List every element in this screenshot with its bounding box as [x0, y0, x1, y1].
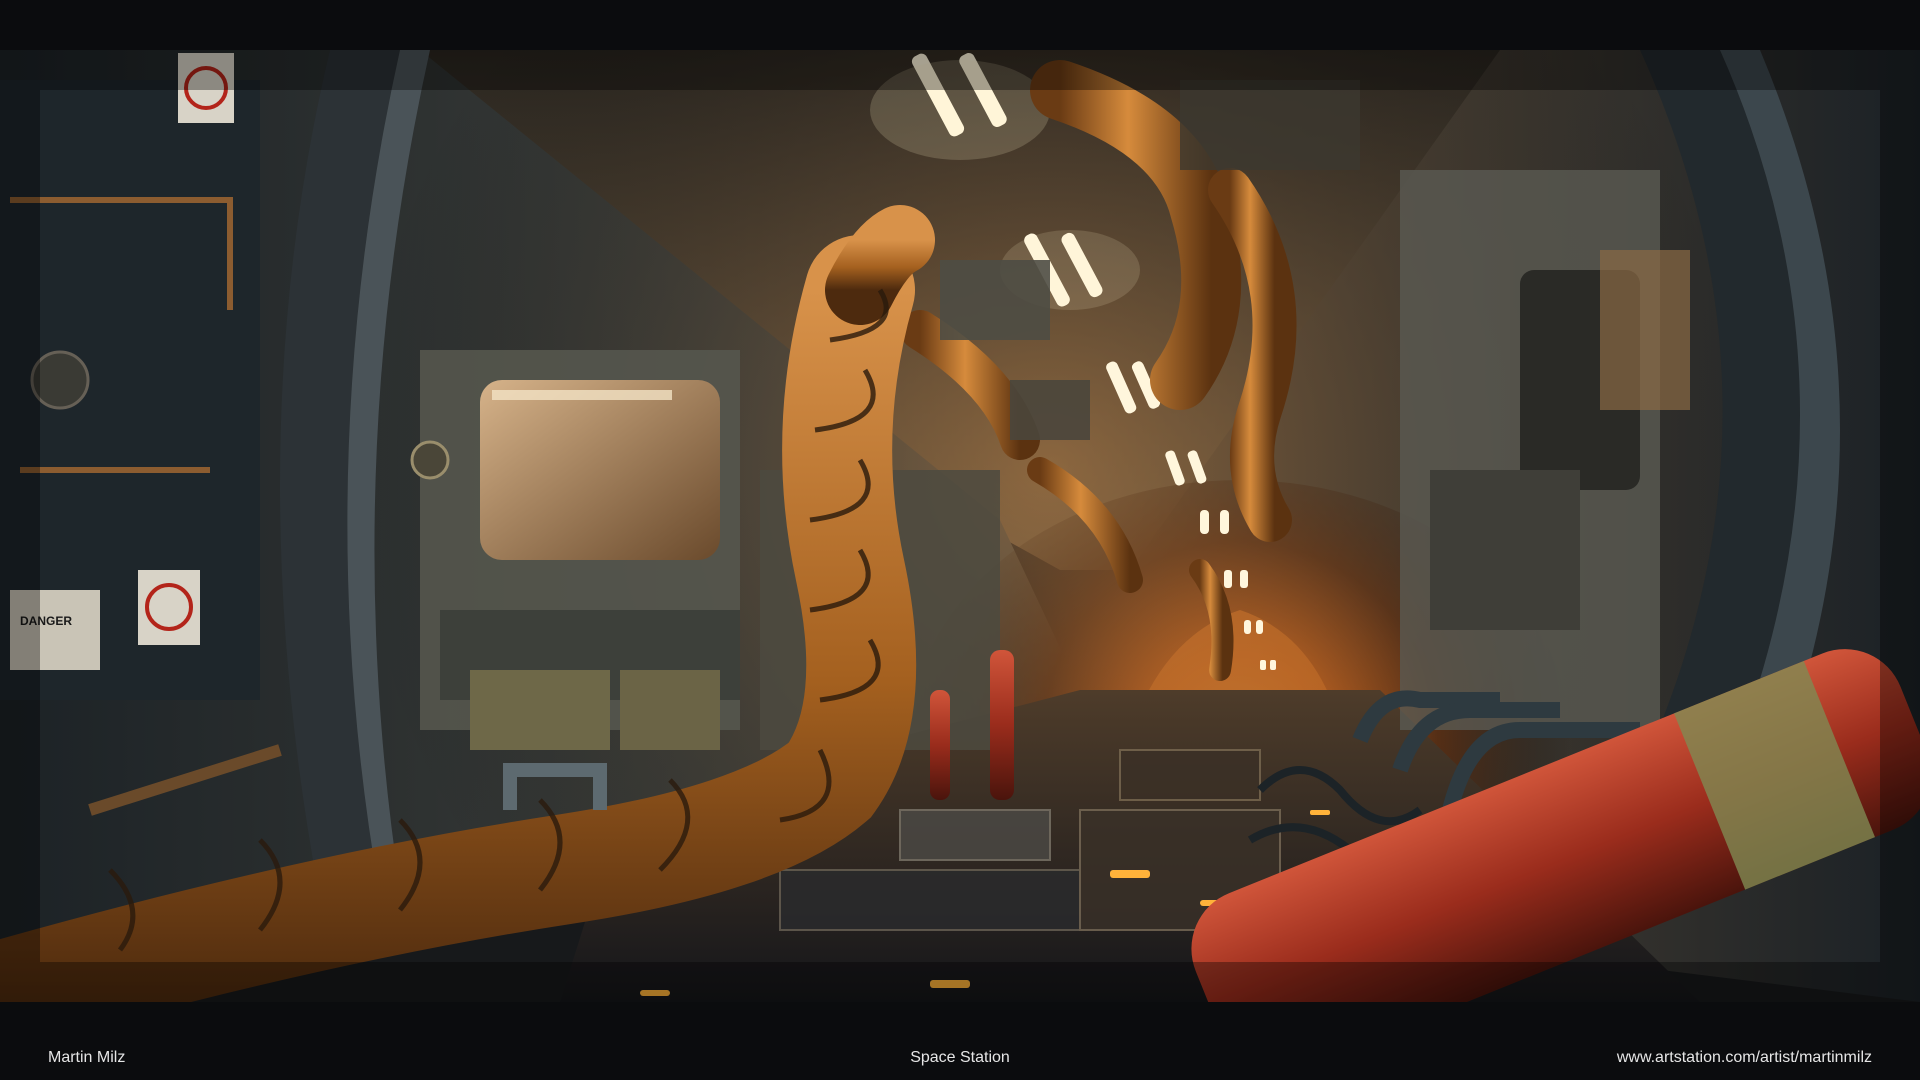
portfolio-url: www.artstation.com/artist/martinmilz — [1616, 1049, 1872, 1066]
artwork-frame: DANGER Martin Milz Space Station www.art… — [0, 0, 1920, 1080]
caption-bar: Martin Milz Space Station www.artstation… — [0, 1002, 1920, 1080]
right-wall-panels — [1400, 170, 1690, 730]
corridor-illustration: DANGER — [0, 50, 1920, 1002]
extinguisher-small-1 — [990, 650, 1014, 800]
wall-fan — [30, 350, 90, 410]
letterbox-top — [0, 0, 1920, 50]
space-station-corridor-render: DANGER — [0, 50, 1920, 1002]
extinguisher-small-2 — [930, 690, 950, 800]
wall-window — [480, 380, 720, 560]
